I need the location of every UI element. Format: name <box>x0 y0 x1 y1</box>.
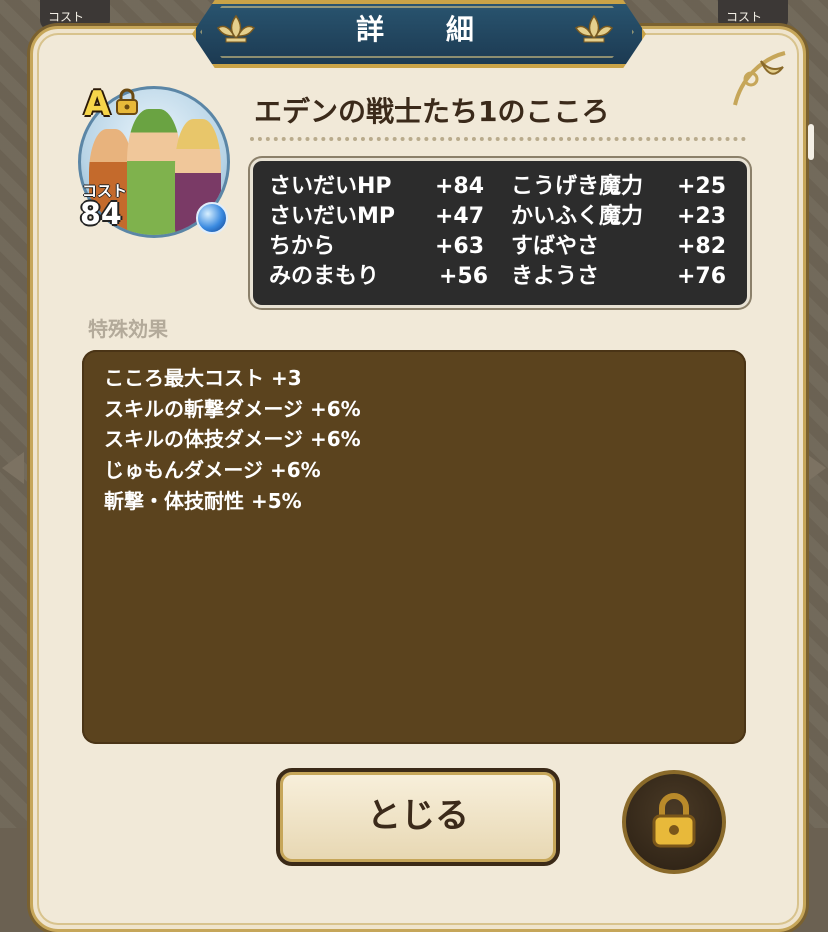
stat-value: +56 <box>439 264 489 289</box>
stat-value: +82 <box>677 234 727 259</box>
lock-icon <box>116 88 138 115</box>
effect-item: スキルの斬撃ダメージ +6% <box>104 397 361 421</box>
background-chip-label: コスト <box>726 10 763 24</box>
stat-label: かいふく魔力 <box>511 204 644 229</box>
stat-label: すばやさ <box>511 234 600 259</box>
divider <box>250 137 746 141</box>
effect-item: 斬撃・体技耐性 +5% <box>104 489 302 513</box>
next-arrow-icon[interactable] <box>804 452 826 484</box>
scrollbar[interactable] <box>808 124 814 160</box>
stats-panel: さいだいHP +84 さいだいMP +47 ちから +63 みのまもり +56 … <box>250 158 750 308</box>
corner-ornament-icon <box>733 51 786 106</box>
stat-label: きようさ <box>511 264 600 289</box>
effects-list[interactable]: こころ最大コスト +3 スキルの斬撃ダメージ +6% スキルの体技ダメージ +6… <box>82 350 746 744</box>
lock-icon <box>652 793 696 848</box>
stat-value: +47 <box>435 204 485 229</box>
effect-item: じゅもんダメージ +6% <box>104 458 321 482</box>
stat-value: +76 <box>677 264 727 289</box>
effect-item: こころ最大コスト +3 <box>104 366 302 390</box>
cost-value: 84 <box>80 197 122 232</box>
character-figure <box>127 109 181 235</box>
effects-title: 特殊効果 <box>88 317 168 341</box>
stat-label: さいだいMP <box>269 204 396 229</box>
stat-value: +25 <box>677 174 727 199</box>
previous-arrow-icon[interactable] <box>2 452 24 484</box>
stat-label: みのまもり <box>269 264 380 289</box>
heart-name: エデンの戦士たち1のこころ <box>254 95 610 128</box>
close-button[interactable]: とじる <box>276 768 560 866</box>
effect-item: スキルの体技ダメージ +6% <box>104 427 361 451</box>
stat-label: さいだいHP <box>269 174 392 199</box>
background-chip-label: コスト <box>48 10 85 24</box>
dialog-title: 詳 細 <box>356 13 500 46</box>
close-button-label: とじる <box>367 796 469 836</box>
stat-label: ちから <box>269 234 336 259</box>
stat-value: +63 <box>435 234 485 259</box>
stat-value: +84 <box>435 174 485 199</box>
stat-value: +23 <box>677 204 727 229</box>
orb-icon <box>196 202 228 234</box>
lock-button[interactable] <box>622 770 726 874</box>
rank-badge: A <box>84 84 111 124</box>
stat-label: こうげき魔力 <box>511 174 644 199</box>
